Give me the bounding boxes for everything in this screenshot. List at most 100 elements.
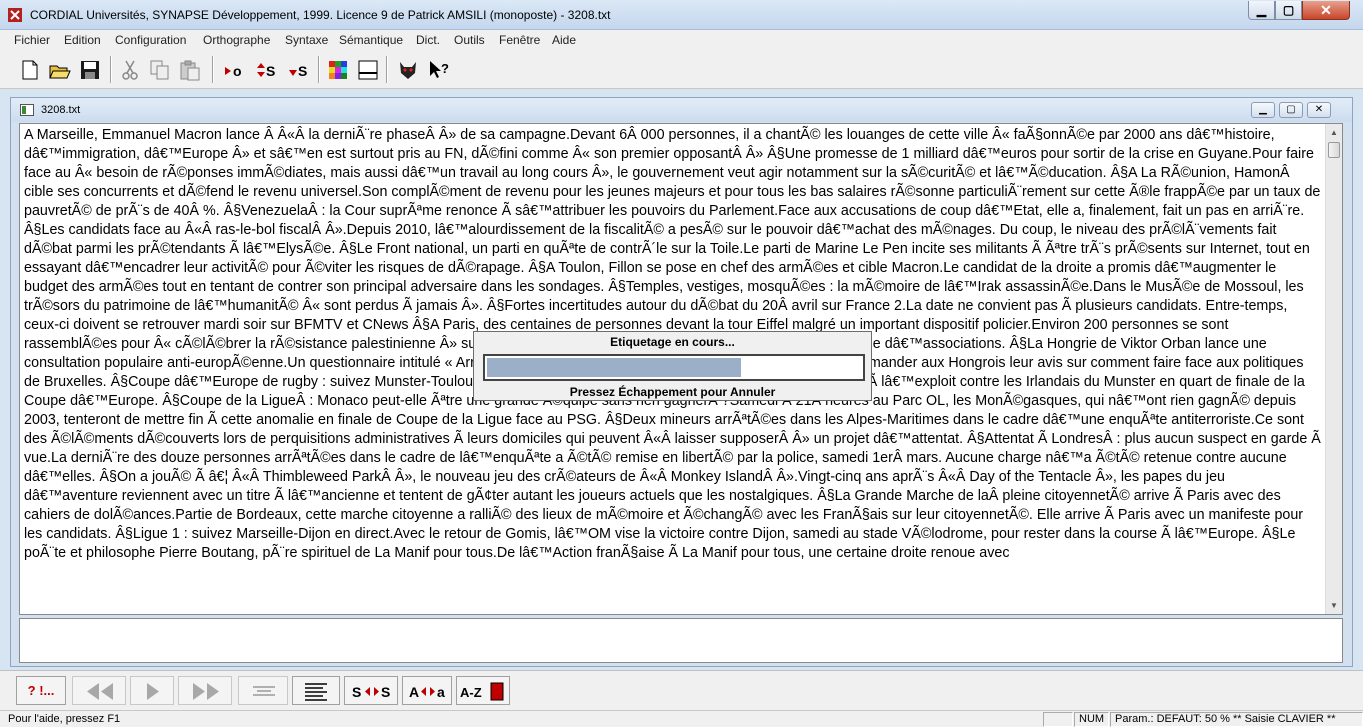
menu-dict[interactable]: Dict. [416, 33, 440, 47]
spelling-label: o [233, 63, 242, 79]
devil-button[interactable] [394, 55, 420, 83]
document-title: 3208.txt [41, 104, 81, 116]
menu-configuration[interactable]: Configuration [115, 33, 186, 47]
open-folder-button[interactable] [46, 55, 72, 83]
grammar-button[interactable]: S [284, 55, 310, 83]
error-check-button[interactable]: ? !... [16, 676, 66, 705]
rewind-icon [87, 683, 113, 700]
swap-words-button[interactable]: S S [344, 676, 398, 705]
dictionary-sort-button[interactable]: A-Z [456, 676, 510, 705]
copy-button[interactable] [146, 55, 172, 83]
swap-arrows-icon: S S [352, 684, 390, 700]
bottom-toolbar: ? !... S S A a A-Z [0, 670, 1363, 710]
next-button[interactable] [130, 676, 174, 705]
window-title: CORDIAL Universités, SYNAPSE Développeme… [30, 8, 611, 22]
case-upper-label: A [409, 684, 419, 700]
last-button[interactable] [178, 676, 232, 705]
syntax-label: S [266, 63, 275, 79]
menu-fichier[interactable]: Fichier [14, 33, 50, 47]
spelling-icon: o [225, 63, 242, 79]
cut-scissors-icon [122, 60, 138, 80]
case-toggle-icon: A a [409, 684, 445, 700]
toolbar-separator [318, 56, 320, 83]
paste-button[interactable] [176, 55, 202, 83]
menu-semantique[interactable]: Sémantique [339, 33, 403, 47]
close-button[interactable]: ✕ [1302, 1, 1350, 20]
minimize-icon: ▁ [1259, 104, 1267, 115]
syntax-icon: S [257, 63, 275, 79]
save-disk-icon [81, 61, 99, 79]
scroll-down-icon[interactable]: ▼ [1326, 597, 1342, 614]
progress-cancel-hint: Pressez Échappement pour Annuler [569, 385, 776, 399]
color-palette-icon [329, 61, 347, 79]
align-lines-icon [253, 686, 275, 696]
view-pane-button[interactable] [354, 55, 380, 83]
align-disabled-button[interactable] [238, 676, 288, 705]
syntax-button[interactable]: S [252, 55, 278, 83]
fast-forward-icon [193, 683, 219, 700]
case-lower-label: a [437, 684, 445, 700]
swap-label-right: S [381, 684, 390, 700]
document-close-button[interactable]: ✕ [1307, 102, 1331, 118]
grammar-icon: S [289, 63, 307, 79]
menu-edition[interactable]: Edition [64, 33, 101, 47]
minimize-icon: ▁ [1256, 3, 1267, 17]
close-icon: ✕ [1314, 104, 1324, 115]
menu-syntaxe[interactable]: Syntaxe [285, 33, 328, 47]
help-cursor-button[interactable]: ? [424, 55, 450, 83]
list-lines-icon [305, 683, 327, 701]
results-pane[interactable] [19, 618, 1343, 663]
cordial-app-icon [8, 8, 22, 22]
open-folder-icon [49, 65, 71, 79]
copy-icon [150, 60, 169, 80]
first-button[interactable] [72, 676, 126, 705]
save-button[interactable] [76, 55, 102, 83]
list-button[interactable] [292, 676, 340, 705]
error-check-label: ? !... [27, 683, 55, 698]
tagging-progress-dialog: Etiquetage en cours... Pressez Échappeme… [473, 331, 872, 401]
menu-outils[interactable]: Outils [454, 33, 485, 47]
play-icon [147, 683, 159, 700]
menu-orthographe[interactable]: Orthographe [203, 33, 270, 47]
swap-label-left: S [352, 684, 361, 700]
document-minimize-button[interactable]: ▁ [1251, 102, 1275, 118]
toolbar-separator [386, 56, 388, 83]
new-file-button[interactable] [16, 55, 42, 83]
cut-button[interactable] [116, 55, 142, 83]
spelling-button[interactable]: o [220, 55, 246, 83]
svg-text:?: ? [441, 61, 449, 76]
document-title-bar[interactable]: 3208.txt ▁ ▢ ✕ [11, 98, 1352, 122]
devil-mask-icon [400, 62, 416, 79]
progress-title: Etiquetage en cours... [610, 335, 735, 349]
vertical-scrollbar[interactable]: ▲ ▼ [1325, 124, 1342, 614]
maximize-button[interactable]: ▢ [1275, 1, 1302, 20]
window-title-bar[interactable]: CORDIAL Universités, SYNAPSE Développeme… [0, 0, 1363, 30]
grammar-label: S [298, 63, 307, 79]
new-file-icon [22, 60, 38, 80]
status-bar: Pour l'aide, pressez F1 NUM Param.: DEFA… [0, 710, 1363, 727]
status-panel-empty [1043, 712, 1073, 727]
menu-fenetre[interactable]: Fenêtre [499, 33, 540, 47]
status-params: Param.: DEFAUT: 50 % ** Saisie CLAVIER *… [1110, 712, 1363, 727]
minimize-button[interactable]: ▁ [1248, 1, 1275, 20]
document-restore-button[interactable]: ▢ [1279, 102, 1303, 118]
restore-icon: ▢ [1286, 104, 1296, 115]
paste-icon [180, 60, 200, 81]
maximize-icon: ▢ [1282, 3, 1295, 17]
status-help-text: Pour l'aide, pressez F1 [8, 713, 121, 725]
dictionary-book-icon: A-Z [460, 682, 504, 701]
toolbar-separator [110, 56, 112, 83]
case-toggle-button[interactable]: A a [402, 676, 452, 705]
color-palette-button[interactable] [324, 55, 350, 83]
status-num: NUM [1074, 712, 1109, 727]
scrollbar-thumb[interactable] [1328, 142, 1340, 158]
progress-bar-fill [487, 358, 741, 377]
sort-label: A-Z [460, 685, 482, 700]
scroll-up-icon[interactable]: ▲ [1326, 124, 1342, 141]
menu-bar: Fichier Edition Configuration Orthograph… [0, 30, 1363, 51]
progress-bar [483, 354, 865, 381]
help-cursor-icon: ? [430, 61, 449, 78]
document-icon [20, 104, 34, 116]
main-toolbar: o S S ? [0, 51, 1363, 89]
menu-aide[interactable]: Aide [552, 33, 576, 47]
